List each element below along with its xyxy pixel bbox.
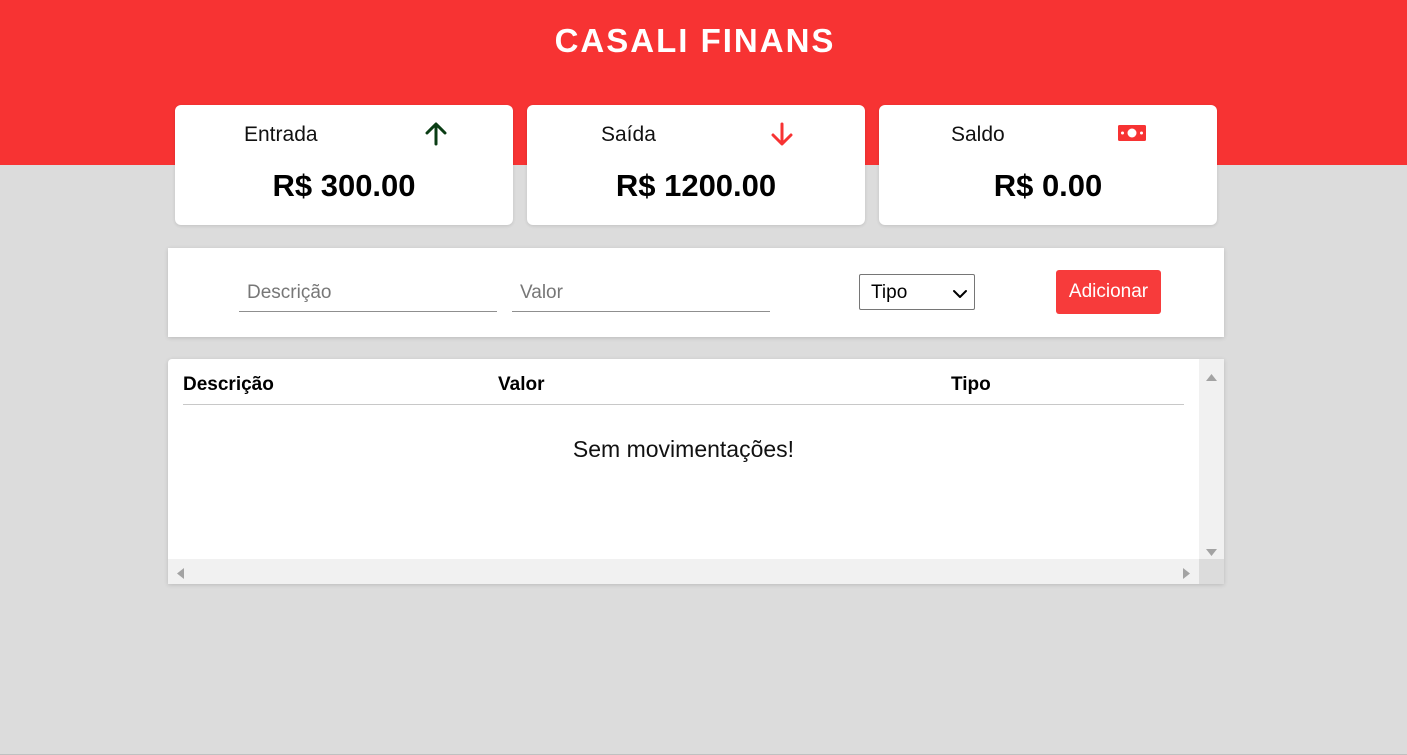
scroll-right-icon[interactable]	[1183, 566, 1190, 584]
chevron-down-icon	[952, 285, 968, 307]
add-button[interactable]: Adicionar	[1056, 270, 1161, 314]
type-select[interactable]: Tipo	[859, 274, 975, 310]
expense-card: Saída R$ 1200.00	[527, 105, 865, 225]
income-card-label: Entrada	[244, 123, 318, 146]
arrow-up-icon	[421, 121, 451, 147]
transactions-table: Descrição Valor Tipo Sem movimentações!	[168, 359, 1224, 584]
description-input[interactable]	[239, 274, 497, 312]
table-header-divider	[183, 404, 1184, 405]
horizontal-scrollbar[interactable]	[168, 559, 1199, 584]
empty-state-message: Sem movimentações!	[572, 436, 795, 462]
balance-card-value: R$ 0.00	[993, 168, 1103, 203]
income-card-value: R$ 300.00	[272, 168, 416, 203]
type-select-value: Tipo	[871, 282, 908, 303]
column-header-description: Descrição	[183, 374, 274, 395]
income-card: Entrada R$ 300.00	[175, 105, 513, 225]
vertical-scrollbar[interactable]	[1199, 359, 1224, 559]
expense-card-label: Saída	[601, 123, 656, 146]
balance-card: Saldo R$ 0.00	[879, 105, 1217, 225]
column-header-value: Valor	[498, 374, 545, 395]
money-bill-icon	[1117, 121, 1147, 147]
scrollbar-corner	[1199, 559, 1224, 584]
scroll-up-icon[interactable]	[1206, 368, 1217, 386]
value-input[interactable]	[512, 274, 770, 312]
arrow-down-icon	[767, 121, 797, 147]
balance-card-label: Saldo	[951, 123, 1005, 146]
app-title: CASALI FINANS	[554, 22, 836, 59]
scroll-left-icon[interactable]	[177, 566, 184, 584]
column-header-type: Tipo	[951, 374, 991, 395]
transaction-form: Tipo Adicionar	[168, 248, 1224, 337]
expense-card-value: R$ 1200.00	[615, 168, 777, 203]
